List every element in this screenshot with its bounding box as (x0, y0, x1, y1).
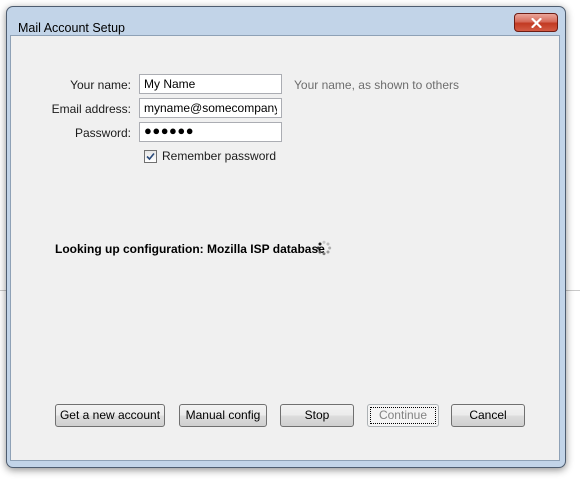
close-icon (530, 17, 542, 28)
email-label: Email address: (51, 102, 131, 116)
remember-password-label[interactable]: Remember password (162, 149, 276, 163)
password-input[interactable]: ●●●●●● (139, 122, 282, 142)
continue-button[interactable]: Continue (367, 404, 439, 427)
password-label: Password: (74, 126, 131, 140)
dialog-content: Your name: Your name, as shown to others… (10, 35, 560, 461)
email-input[interactable] (139, 98, 282, 118)
get-new-account-button[interactable]: Get a new account (55, 404, 165, 427)
name-hint: Your name, as shown to others (294, 78, 459, 92)
remember-password-checkbox[interactable] (144, 150, 157, 163)
checkmark-icon (146, 152, 155, 161)
status-text: Looking up configuration: Mozilla ISP da… (55, 242, 325, 256)
window-title: Mail Account Setup (18, 21, 126, 35)
close-button[interactable] (514, 13, 558, 32)
background-line-right (566, 290, 580, 291)
stop-button[interactable]: Stop (280, 404, 354, 427)
cancel-button[interactable]: Cancel (451, 404, 525, 427)
name-input[interactable] (139, 74, 282, 94)
manual-config-button[interactable]: Manual config (179, 404, 267, 427)
dialog-window: Mail Account Setup Your name: Your name,… (6, 6, 566, 468)
name-label: Your name: (70, 78, 131, 92)
loading-spinner-icon (316, 240, 332, 256)
